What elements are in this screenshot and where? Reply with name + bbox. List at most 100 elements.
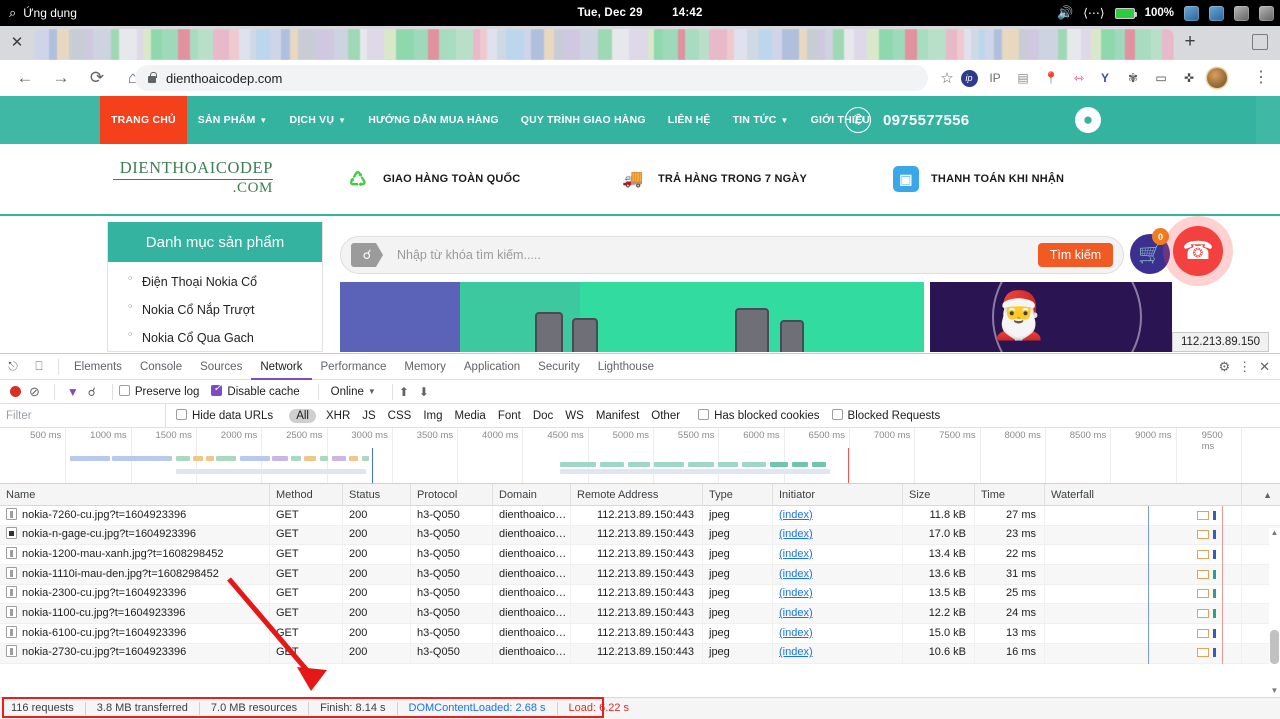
column-header-protocol[interactable]: Protocol — [411, 484, 493, 506]
sidebar-item-2[interactable]: Nokia Cổ Nắp Trượt — [128, 296, 322, 324]
kebab-menu-icon[interactable]: ⋮ — [1238, 359, 1251, 375]
address-bar[interactable]: dienthoaicodep.com — [135, 65, 928, 91]
plus-icon[interactable]: + — [1180, 33, 1200, 53]
column-header-time[interactable]: Time — [975, 484, 1045, 506]
reload-icon[interactable]: ⟳ — [82, 63, 112, 93]
initiator-link[interactable]: (index) — [779, 607, 813, 619]
tab-elements[interactable]: Elements — [65, 354, 131, 380]
gear-icon[interactable]: ⚙ — [1218, 359, 1230, 375]
close-icon[interactable]: ✕ — [8, 34, 26, 52]
network-overview-timeline[interactable]: 500 ms 1000 ms 1500 ms 2000 ms 2500 ms 3000 m… — [0, 428, 1280, 484]
call-floating-button[interactable]: ☎ — [1163, 216, 1233, 286]
filter-type-all[interactable]: All — [289, 409, 316, 423]
ip-search-extension-icon[interactable]: IP — [984, 67, 1006, 89]
has-blocked-cookies-checkbox[interactable]: Has blocked cookies — [698, 409, 819, 422]
scrollbar-thumb[interactable] — [1270, 630, 1279, 664]
nav-item-1[interactable]: TRANG CHỦ — [100, 96, 187, 144]
ip-extension-icon[interactable]: ip — [958, 67, 980, 89]
location-pin-extension-icon[interactable]: 📍 — [1040, 67, 1062, 89]
network-list-scrollbar[interactable]: ▲ ▼ — [1269, 528, 1280, 695]
star-icon[interactable]: ☆ — [935, 66, 959, 90]
filter-type-media[interactable]: Media — [449, 410, 492, 422]
import-har-icon[interactable]: ⬆ — [399, 385, 409, 399]
kebab-menu-icon[interactable]: ⋮ — [1253, 66, 1269, 90]
tray-app-icon-1[interactable] — [1184, 6, 1199, 21]
initiator-link[interactable]: (index) — [779, 548, 813, 560]
table-row[interactable]: nokia-6100-cu.jpg?t=1604923396 GET 200 h3-Q… — [0, 624, 1280, 644]
throttling-select[interactable]: Online — [331, 386, 364, 398]
column-header-status[interactable]: Status — [343, 484, 411, 506]
table-row[interactable]: nokia-1100-cu.jpg?t=1604923396 GET 200 h3-Q… — [0, 604, 1280, 624]
filter-type-ws[interactable]: WS — [559, 410, 590, 422]
filter-type-css[interactable]: CSS — [382, 410, 418, 422]
clipboard-extension-icon[interactable]: ▤ — [1012, 67, 1034, 89]
filter-type-img[interactable]: Img — [417, 410, 448, 422]
scroll-down-icon[interactable]: ▼ — [1270, 686, 1279, 695]
initiator-link[interactable]: (index) — [779, 587, 813, 599]
search-submit-button[interactable]: Tìm kiếm — [1038, 243, 1113, 267]
nav-item-6[interactable]: LIÊN HỆ — [657, 96, 722, 144]
filter-input[interactable]: Filter — [6, 404, 166, 428]
sidebar-item-1[interactable]: Điện Thoại Nokia Cổ — [128, 268, 322, 296]
filter-icon[interactable]: ▼ — [67, 385, 79, 399]
site-logo[interactable]: DIENTHOAICODEP .COM — [113, 158, 273, 197]
column-header-waterfall[interactable]: Waterfall — [1045, 484, 1242, 506]
column-header-domain[interactable]: Domain — [493, 484, 571, 506]
tab-application[interactable]: Application — [455, 354, 529, 380]
tray-app-icon-4[interactable] — [1259, 6, 1274, 21]
nav-item-4[interactable]: HƯỚNG DẪN MUA HÀNG — [357, 96, 510, 144]
nav-item-5[interactable]: QUY TRÌNH GIAO HÀNG — [510, 96, 657, 144]
blocked-requests-checkbox[interactable]: Blocked Requests — [832, 409, 941, 422]
filter-type-js[interactable]: JS — [356, 410, 381, 422]
column-header-type[interactable]: Type — [703, 484, 773, 506]
nav-item-7[interactable]: TIN TỨC ▼ — [722, 96, 800, 144]
puzzle-extension-icon[interactable]: ✜ — [1178, 67, 1200, 89]
restore-window-icon[interactable] — [1252, 34, 1268, 50]
tray-app-icon-3[interactable] — [1234, 6, 1249, 21]
tab-sources[interactable]: Sources — [191, 354, 251, 380]
filter-type-manifest[interactable]: Manifest — [590, 410, 645, 422]
search-icon[interactable]: ☌ — [88, 385, 96, 399]
hero-banner[interactable] — [340, 282, 924, 352]
tab-memory[interactable]: Memory — [395, 354, 455, 380]
initiator-link[interactable]: (index) — [779, 568, 813, 580]
tray-app-icon-2[interactable] — [1209, 6, 1224, 21]
sidebar-item-3[interactable]: Nokia Cổ Qua Gach — [128, 324, 322, 352]
filter-type-xhr[interactable]: XHR — [320, 410, 356, 422]
table-row[interactable]: nokia-2730-cu.jpg?t=1604923396 GET 200 h3-Q… — [0, 644, 1280, 664]
back-arrow-icon[interactable]: ← — [10, 63, 40, 93]
profile-avatar-icon[interactable] — [1206, 67, 1228, 89]
chevron-down-icon[interactable]: ▼ — [368, 387, 376, 396]
site-search-bar[interactable]: ☌ Nhập từ khóa tìm kiếm..... — [340, 236, 1124, 274]
site-phone-block[interactable]: ✆ 0975577556 — [845, 96, 969, 144]
column-header-remote-address[interactable]: Remote Address — [571, 484, 703, 506]
column-header-method[interactable]: Method — [270, 484, 343, 506]
filter-type-other[interactable]: Other — [645, 410, 686, 422]
clear-icon[interactable]: ⊘ — [29, 384, 40, 400]
column-header-size[interactable]: Size — [903, 484, 975, 506]
table-row[interactable]: nokia-7260-cu.jpg?t=1604923396 GET 200 h3-Q… — [0, 506, 1280, 526]
table-row[interactable]: nokia-n-gage-cu.jpg?t=1604923396 GET 200 h3… — [0, 526, 1280, 546]
initiator-link[interactable]: (index) — [779, 646, 813, 658]
tab-security[interactable]: Security — [529, 354, 589, 380]
forward-arrow-icon[interactable]: → — [46, 63, 76, 93]
yandex-extension-icon[interactable]: Y — [1094, 67, 1116, 89]
disable-cache-checkbox[interactable]: Disable cache — [211, 385, 299, 398]
tab-performance[interactable]: Performance — [312, 354, 396, 380]
column-header-name[interactable]: Name — [0, 484, 270, 506]
browser-tab-blurred[interactable] — [34, 29, 1174, 60]
initiator-link[interactable]: (index) — [779, 509, 813, 521]
gear-extension-icon[interactable]: ✾ — [1122, 67, 1144, 89]
hide-data-urls-checkbox[interactable]: Hide data URLs — [176, 409, 273, 422]
record-icon[interactable] — [10, 386, 21, 397]
table-row[interactable]: nokia-1110i-mau-den.jpg?t=1608298452 GET 2… — [0, 565, 1280, 585]
export-har-icon[interactable]: ⬇ — [419, 385, 429, 399]
network-icon[interactable]: ⟨⋯⟩ — [1083, 6, 1104, 20]
preserve-log-checkbox[interactable]: Preserve log — [119, 385, 200, 398]
filter-type-font[interactable]: Font — [492, 410, 527, 422]
volume-icon[interactable]: 🔊 — [1057, 5, 1073, 21]
initiator-link[interactable]: (index) — [779, 627, 813, 639]
camera-extension-icon[interactable]: ▭ — [1150, 67, 1172, 89]
table-row[interactable]: nokia-1200-mau-xanh.jpg?t=1608298452 GET 2… — [0, 545, 1280, 565]
filter-type-doc[interactable]: Doc — [527, 410, 559, 422]
